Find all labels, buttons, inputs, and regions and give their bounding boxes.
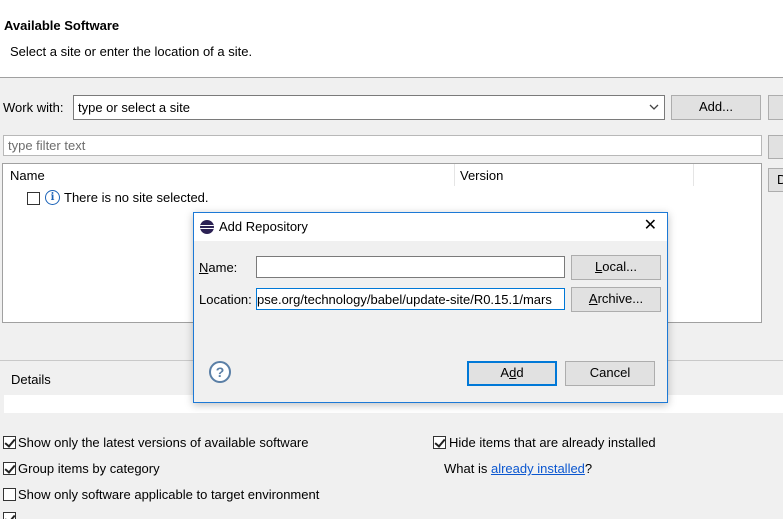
archive-button[interactable]: Archive... <box>571 287 661 312</box>
header-banner: Available Software Select a site or ente… <box>0 0 783 78</box>
show-latest-checkbox[interactable] <box>3 436 16 449</box>
page-title: Available Software <box>4 18 120 33</box>
show-applicable-label: Show only software applicable to target … <box>18 487 320 502</box>
column-separator <box>693 164 694 186</box>
dialog-titlebar[interactable]: Add Repository ✕ <box>194 213 667 241</box>
hide-installed-checkbox[interactable] <box>433 436 446 449</box>
table-row-text: There is no site selected. <box>64 190 209 205</box>
filter-input[interactable] <box>4 136 761 155</box>
location-value: pse.org/technology/babel/update-site/R0.… <box>257 292 552 307</box>
name-label: Name: <box>199 260 238 275</box>
contact-all-sites-checkbox-partial[interactable] <box>3 512 16 519</box>
cancel-button[interactable]: Cancel <box>565 361 655 386</box>
chevron-down-icon <box>649 104 659 110</box>
close-icon[interactable]: ✕ <box>644 218 657 234</box>
manage-button-partial[interactable] <box>768 95 783 120</box>
what-is-installed-text: What is already installed? <box>444 461 592 476</box>
what-is-suffix: ? <box>584 461 593 476</box>
group-by-category-label: Group items by category <box>18 461 160 476</box>
details-label: Details <box>11 372 51 387</box>
location-label: Location: <box>199 292 252 307</box>
add-repository-dialog: Add Repository ✕ Name: Local... Location… <box>193 212 668 403</box>
add-site-button[interactable]: Add... <box>671 95 761 120</box>
local-button[interactable]: Local... <box>571 255 661 280</box>
show-applicable-checkbox[interactable] <box>3 488 16 501</box>
info-icon: i <box>45 190 60 205</box>
add-button[interactable]: Add <box>467 361 557 386</box>
already-installed-link[interactable]: already installed <box>491 461 585 476</box>
show-latest-label: Show only the latest versions of availab… <box>18 435 309 450</box>
work-with-label: Work with: <box>3 100 64 115</box>
column-header-version[interactable]: Version <box>460 168 503 183</box>
column-header-name[interactable]: Name <box>10 168 45 183</box>
eclipse-icon <box>200 220 214 234</box>
name-field[interactable] <box>256 256 565 278</box>
row-checkbox[interactable] <box>27 192 40 205</box>
column-separator <box>454 164 455 186</box>
location-field[interactable]: pse.org/technology/babel/update-site/R0.… <box>256 288 565 310</box>
work-with-value: type or select a site <box>78 100 190 115</box>
help-icon[interactable]: ? <box>209 361 231 383</box>
what-is-prefix: What is <box>444 461 491 476</box>
deselect-all-button-partial[interactable]: D <box>768 168 783 192</box>
select-all-button-partial[interactable] <box>768 135 783 159</box>
hide-installed-label: Hide items that are already installed <box>449 435 656 450</box>
group-by-category-checkbox[interactable] <box>3 462 16 475</box>
page-subtitle: Select a site or enter the location of a… <box>10 44 253 59</box>
dialog-title: Add Repository <box>219 219 308 234</box>
work-with-combo[interactable]: type or select a site <box>73 95 665 120</box>
filter-field[interactable] <box>3 135 762 156</box>
